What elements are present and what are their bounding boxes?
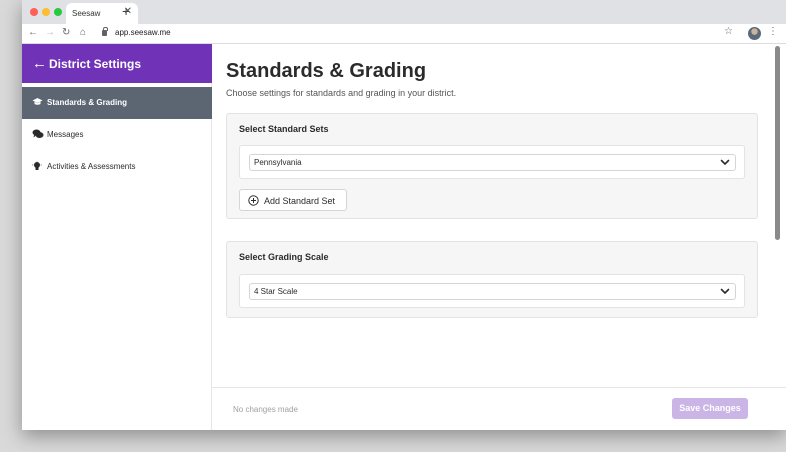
scrollbar[interactable] <box>775 46 780 240</box>
add-button-label: Add Standard Set <box>264 196 336 206</box>
back-arrow-icon[interactable]: ← <box>28 27 38 39</box>
page-title: Standards & Grading <box>226 60 427 82</box>
close-window-button[interactable] <box>30 8 38 16</box>
main-content: Standards & Grading Choose settings for … <box>212 44 786 387</box>
grading-scale-panel: Select Grading Scale 4 Star Scale <box>226 241 758 318</box>
sidebar-item-label: Activities & Assessments <box>47 162 136 171</box>
select-value: Pennsylvania <box>254 158 302 167</box>
minimize-window-button[interactable] <box>42 8 50 16</box>
address-bar[interactable]: app.seesaw.me <box>115 28 171 37</box>
chat-bubbles-icon <box>32 129 44 141</box>
page-subtitle: Choose settings for standards and gradin… <box>226 88 457 98</box>
grading-scale-row: 4 Star Scale <box>239 274 745 308</box>
grading-scale-select[interactable]: 4 Star Scale <box>249 283 736 300</box>
lock-icon <box>102 27 108 36</box>
seesaw-app: ← District Settings Standards & Grading … <box>22 44 786 430</box>
sidebar-item-label: Messages <box>47 130 84 139</box>
bookmark-star-icon[interactable]: ☆ <box>724 26 733 38</box>
reload-icon[interactable]: ↻ <box>62 27 70 39</box>
sidebar-item-label: Standards & Grading <box>47 98 128 107</box>
sidebar-title: District Settings <box>49 57 142 71</box>
chevron-down-icon <box>720 288 730 294</box>
browser-window: Seesaw ✕ + ← → ↻ ⌂ app.seesaw.me ☆ ⋮ ← D… <box>22 0 786 430</box>
save-changes-button[interactable]: Save Changes <box>672 398 748 419</box>
panel-title: Select Grading Scale <box>239 252 329 262</box>
new-tab-icon[interactable]: + <box>122 4 130 18</box>
standard-set-select[interactable]: Pennsylvania <box>249 154 736 171</box>
standard-set-row: Pennsylvania <box>239 145 745 179</box>
browser-toolbar: ← → ↻ ⌂ app.seesaw.me ☆ ⋮ <box>22 24 786 44</box>
footer-bar: No changes made Save Changes <box>212 387 786 430</box>
select-value: 4 Star Scale <box>254 287 298 296</box>
kebab-menu-icon[interactable]: ⋮ <box>768 26 778 38</box>
add-standard-set-button[interactable]: Add Standard Set <box>239 189 347 211</box>
profile-avatar[interactable] <box>748 27 761 40</box>
sidebar-item-messages[interactable]: Messages <box>22 119 212 151</box>
panel-title: Select Standard Sets <box>239 124 329 134</box>
sidebar-item-standards-grading[interactable]: Standards & Grading <box>22 87 212 119</box>
sidebar-header[interactable]: ← District Settings <box>22 44 212 83</box>
chevron-down-icon <box>720 159 730 165</box>
plus-circle-icon <box>248 195 259 206</box>
forward-arrow-icon[interactable]: → <box>45 27 55 39</box>
footer-status: No changes made <box>233 405 298 414</box>
graduation-cap-icon <box>32 97 43 109</box>
standard-sets-panel: Select Standard Sets Pennsylvania Add St… <box>226 113 758 219</box>
sidebar-item-activities-assessments[interactable]: Activities & Assessments <box>22 151 212 183</box>
back-arrow-icon[interactable]: ← <box>32 56 47 71</box>
tab-title: Seesaw <box>72 9 101 18</box>
sidebar: ← District Settings Standards & Grading … <box>22 44 212 430</box>
lightbulb-icon <box>32 161 42 174</box>
maximize-window-button[interactable] <box>54 8 62 16</box>
tab-strip: Seesaw ✕ + <box>22 0 786 24</box>
home-icon[interactable]: ⌂ <box>80 27 86 39</box>
